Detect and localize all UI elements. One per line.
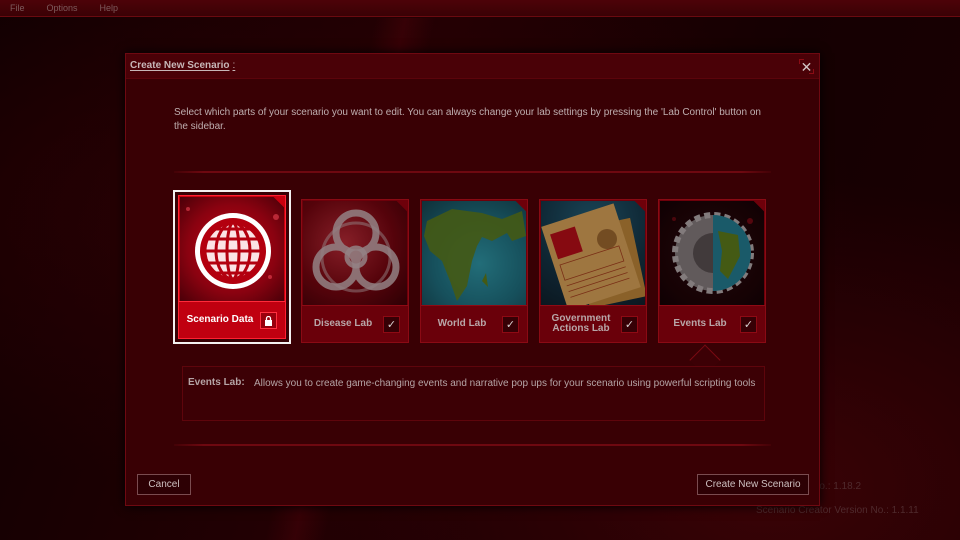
check-icon[interactable]: ✓ bbox=[502, 316, 519, 333]
menu-file[interactable]: File bbox=[10, 3, 25, 13]
card-label: Government Actions Lab bbox=[551, 313, 611, 334]
card-art bbox=[180, 197, 284, 301]
card-art bbox=[541, 201, 645, 305]
world-map-icon bbox=[424, 209, 526, 301]
card-label: Scenario Data bbox=[186, 314, 254, 325]
lab-description-box: Events Lab: Allows you to create game-ch… bbox=[182, 366, 765, 421]
description-text: Allows you to create game-changing event… bbox=[254, 378, 756, 389]
check-icon[interactable]: ✓ bbox=[383, 316, 400, 333]
card-government-actions-lab[interactable]: Government Actions Lab ✓ bbox=[539, 199, 647, 343]
check-glyph: ✓ bbox=[386, 319, 397, 331]
card-label: Disease Lab bbox=[313, 318, 373, 329]
card-art bbox=[422, 201, 526, 305]
menu-help[interactable]: Help bbox=[100, 3, 119, 13]
card-label-bar: Events Lab ✓ bbox=[659, 305, 765, 342]
card-label-bar: Scenario Data bbox=[179, 301, 285, 338]
close-button[interactable]: ✕ bbox=[798, 58, 815, 75]
dialog-title-colon: : bbox=[232, 60, 236, 71]
globe-grid-icon bbox=[186, 207, 279, 289]
dialog-title-text: Create New Scenario bbox=[130, 60, 230, 71]
card-world-lab[interactable]: World Lab ✓ bbox=[420, 199, 528, 343]
description-title: Events Lab: bbox=[188, 377, 245, 388]
create-new-scenario-button[interactable]: Create New Scenario bbox=[697, 474, 809, 495]
card-label-bar: Disease Lab ✓ bbox=[302, 305, 408, 342]
menu-bar: File Options Help bbox=[0, 0, 960, 17]
close-icon: ✕ bbox=[800, 58, 813, 75]
check-glyph: ✓ bbox=[624, 319, 635, 331]
card-art bbox=[303, 201, 407, 305]
check-glyph: ✓ bbox=[505, 319, 516, 331]
check-glyph: ✓ bbox=[743, 319, 754, 331]
card-events-lab[interactable]: Events Lab ✓ bbox=[658, 199, 766, 343]
dialog-title: Create New Scenario: bbox=[130, 60, 235, 71]
documents-icon bbox=[541, 203, 645, 305]
card-label-bar: World Lab ✓ bbox=[421, 305, 527, 342]
menu-options[interactable]: Options bbox=[47, 3, 78, 13]
create-scenario-dialog: Create New Scenario: ✕ Select which part… bbox=[125, 53, 820, 506]
dialog-header: Create New Scenario: ✕ bbox=[126, 54, 819, 79]
card-art bbox=[660, 201, 764, 305]
intro-text: Select which parts of your scenario you … bbox=[174, 107, 761, 132]
gear-globe-icon bbox=[672, 212, 754, 294]
card-disease-lab[interactable]: Disease Lab ✓ bbox=[301, 199, 409, 343]
card-scenario-data[interactable]: Scenario Data bbox=[173, 190, 291, 344]
biohazard-icon bbox=[312, 209, 400, 293]
creator-version-text: Scenario Creator Version No.: 1.1.11 bbox=[756, 505, 919, 516]
divider bbox=[174, 171, 771, 173]
divider bbox=[174, 444, 771, 446]
card-label: Events Lab bbox=[673, 318, 727, 329]
card-label: World Lab bbox=[437, 318, 487, 329]
cancel-button[interactable]: Cancel bbox=[137, 474, 191, 495]
check-icon[interactable]: ✓ bbox=[621, 316, 638, 333]
card-label-bar: Government Actions Lab ✓ bbox=[540, 305, 646, 342]
lock-icon bbox=[260, 312, 277, 329]
check-icon[interactable]: ✓ bbox=[740, 316, 757, 333]
